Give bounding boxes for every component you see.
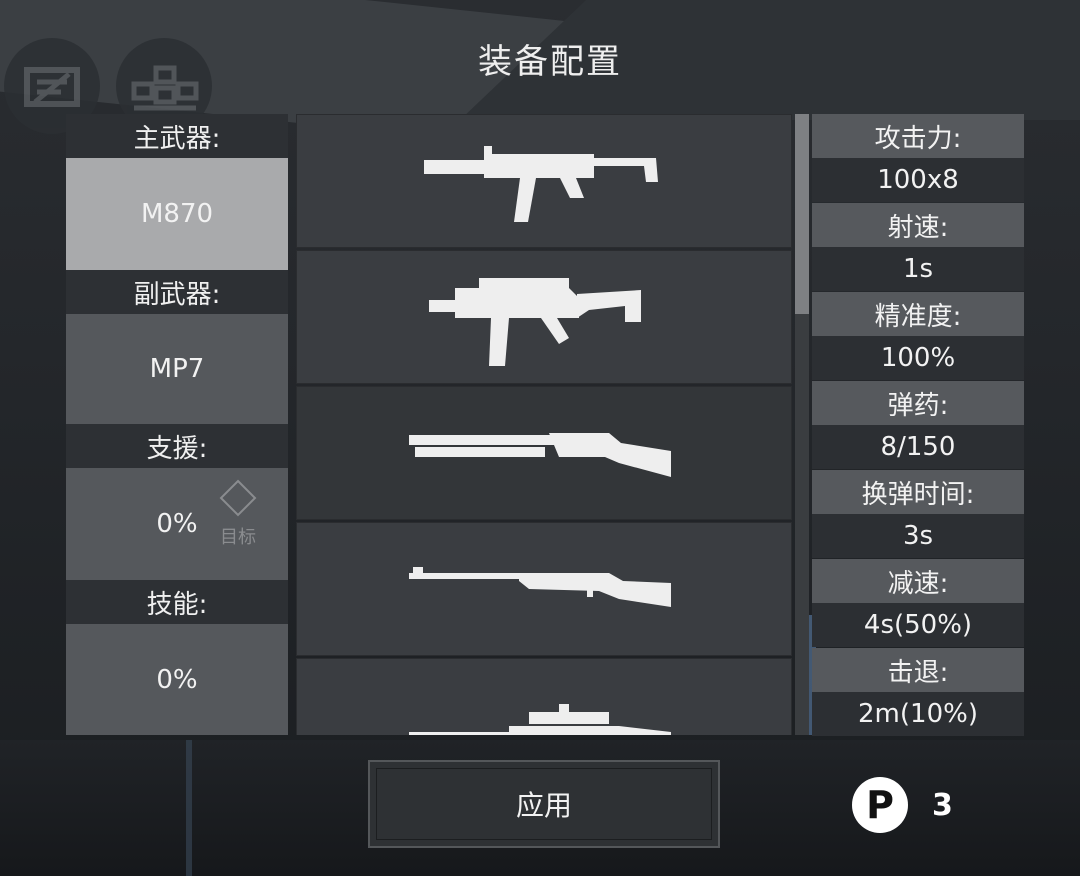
smg-suppressed-icon bbox=[424, 146, 658, 222]
stat-value-slow: 4s(50%) bbox=[812, 603, 1024, 647]
weapon-item[interactable] bbox=[296, 658, 792, 735]
points-display: P 3 bbox=[852, 776, 953, 834]
secondary-weapon-slot[interactable]: MP7 bbox=[66, 314, 288, 424]
shotgun-icon bbox=[409, 433, 671, 477]
stat-value-accuracy: 100% bbox=[812, 336, 1024, 380]
weapon-list[interactable] bbox=[294, 114, 792, 735]
stat-value-fire-rate: 1s bbox=[812, 247, 1024, 291]
bolt-action-rifle-icon bbox=[409, 567, 671, 607]
stat-label-ammo: 弹药: bbox=[812, 381, 1024, 425]
page-title: 装备配置 bbox=[478, 42, 622, 82]
target-label: 目标 bbox=[220, 527, 256, 548]
stat-value-reload: 3s bbox=[812, 514, 1024, 558]
points-count: 3 bbox=[932, 787, 953, 823]
support-value: 0% bbox=[156, 509, 198, 539]
smg-folding-stock-icon bbox=[429, 278, 641, 366]
stat-label-reload: 换弹时间: bbox=[812, 470, 1024, 514]
stat-value-damage: 100x8 bbox=[812, 158, 1024, 202]
stat-label-knockback: 击退: bbox=[812, 648, 1024, 692]
apply-button-label: 应用 bbox=[515, 789, 572, 822]
stat-value-knockback: 2m(10%) bbox=[812, 692, 1024, 736]
stat-label-fire-rate: 射速: bbox=[812, 203, 1024, 247]
target-marker: 目标 bbox=[216, 478, 260, 549]
primary-weapon-label: 主武器: bbox=[66, 114, 288, 158]
diamond-icon bbox=[219, 479, 257, 517]
weapon-item[interactable] bbox=[296, 114, 792, 248]
weapon-item[interactable] bbox=[296, 386, 792, 520]
secondary-weapon-value: MP7 bbox=[149, 354, 205, 384]
scrollbar-thumb[interactable] bbox=[795, 114, 809, 314]
points-icon: P bbox=[852, 777, 908, 833]
apply-button[interactable]: 应用 bbox=[368, 760, 720, 848]
stat-label-slow: 减速: bbox=[812, 559, 1024, 603]
weapon-item[interactable] bbox=[296, 250, 792, 384]
weapon-list-scrollbar[interactable] bbox=[795, 114, 809, 735]
sniper-rifle-icon bbox=[409, 704, 671, 735]
loadout-panel: 主武器: M870 副武器: MP7 支援: 0% 目标 技能: 0% bbox=[66, 114, 288, 735]
support-label: 支援: bbox=[66, 424, 288, 468]
secondary-weapon-label: 副武器: bbox=[66, 270, 288, 314]
stat-value-ammo: 8/150 bbox=[812, 425, 1024, 469]
skill-slot[interactable]: 0% bbox=[66, 624, 288, 735]
stat-label-damage: 攻击力: bbox=[812, 114, 1024, 158]
stat-label-accuracy: 精准度: bbox=[812, 292, 1024, 336]
primary-weapon-value: M870 bbox=[140, 199, 214, 229]
primary-weapon-slot[interactable]: M870 bbox=[66, 158, 288, 270]
skill-value: 0% bbox=[156, 664, 198, 695]
support-slot[interactable]: 0% 目标 bbox=[66, 468, 288, 580]
skill-label: 技能: bbox=[66, 580, 288, 624]
weapon-item[interactable] bbox=[296, 522, 792, 656]
points-symbol: P bbox=[866, 783, 894, 827]
